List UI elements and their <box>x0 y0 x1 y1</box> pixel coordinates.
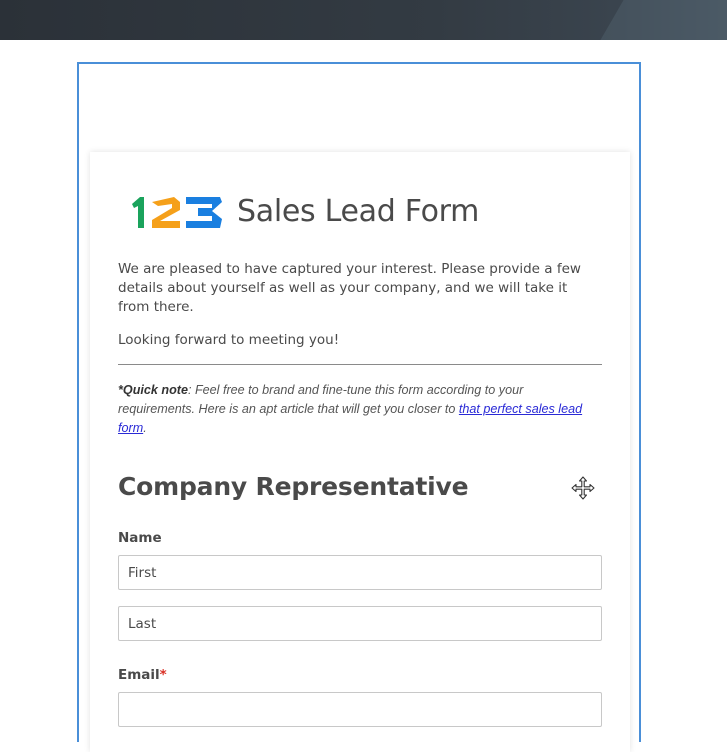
name-label: Name <box>118 530 162 546</box>
form-title: Sales Lead Form <box>237 194 480 229</box>
quick-note-suffix: . <box>143 421 147 435</box>
last-name-input[interactable] <box>118 606 602 641</box>
banner-decoration <box>594 0 727 40</box>
top-banner <box>0 0 727 40</box>
move-icon[interactable] <box>571 476 595 500</box>
required-marker: * <box>159 667 167 683</box>
email-label-text: Email <box>118 667 160 683</box>
quick-note: *Quick note: Feel free to brand and fine… <box>118 381 594 438</box>
quick-note-label: *Quick note <box>118 383 188 397</box>
intro-text: We are pleased to have captured your int… <box>118 261 581 315</box>
divider <box>118 364 602 365</box>
first-name-input[interactable] <box>118 555 602 590</box>
section-heading: Company Representative <box>118 472 469 501</box>
email-label: Email* <box>118 667 167 683</box>
outro-text: Looking forward to meeting you! <box>118 332 340 348</box>
logo-123 <box>132 197 222 228</box>
form-card <box>90 152 630 752</box>
email-input[interactable] <box>118 692 602 727</box>
